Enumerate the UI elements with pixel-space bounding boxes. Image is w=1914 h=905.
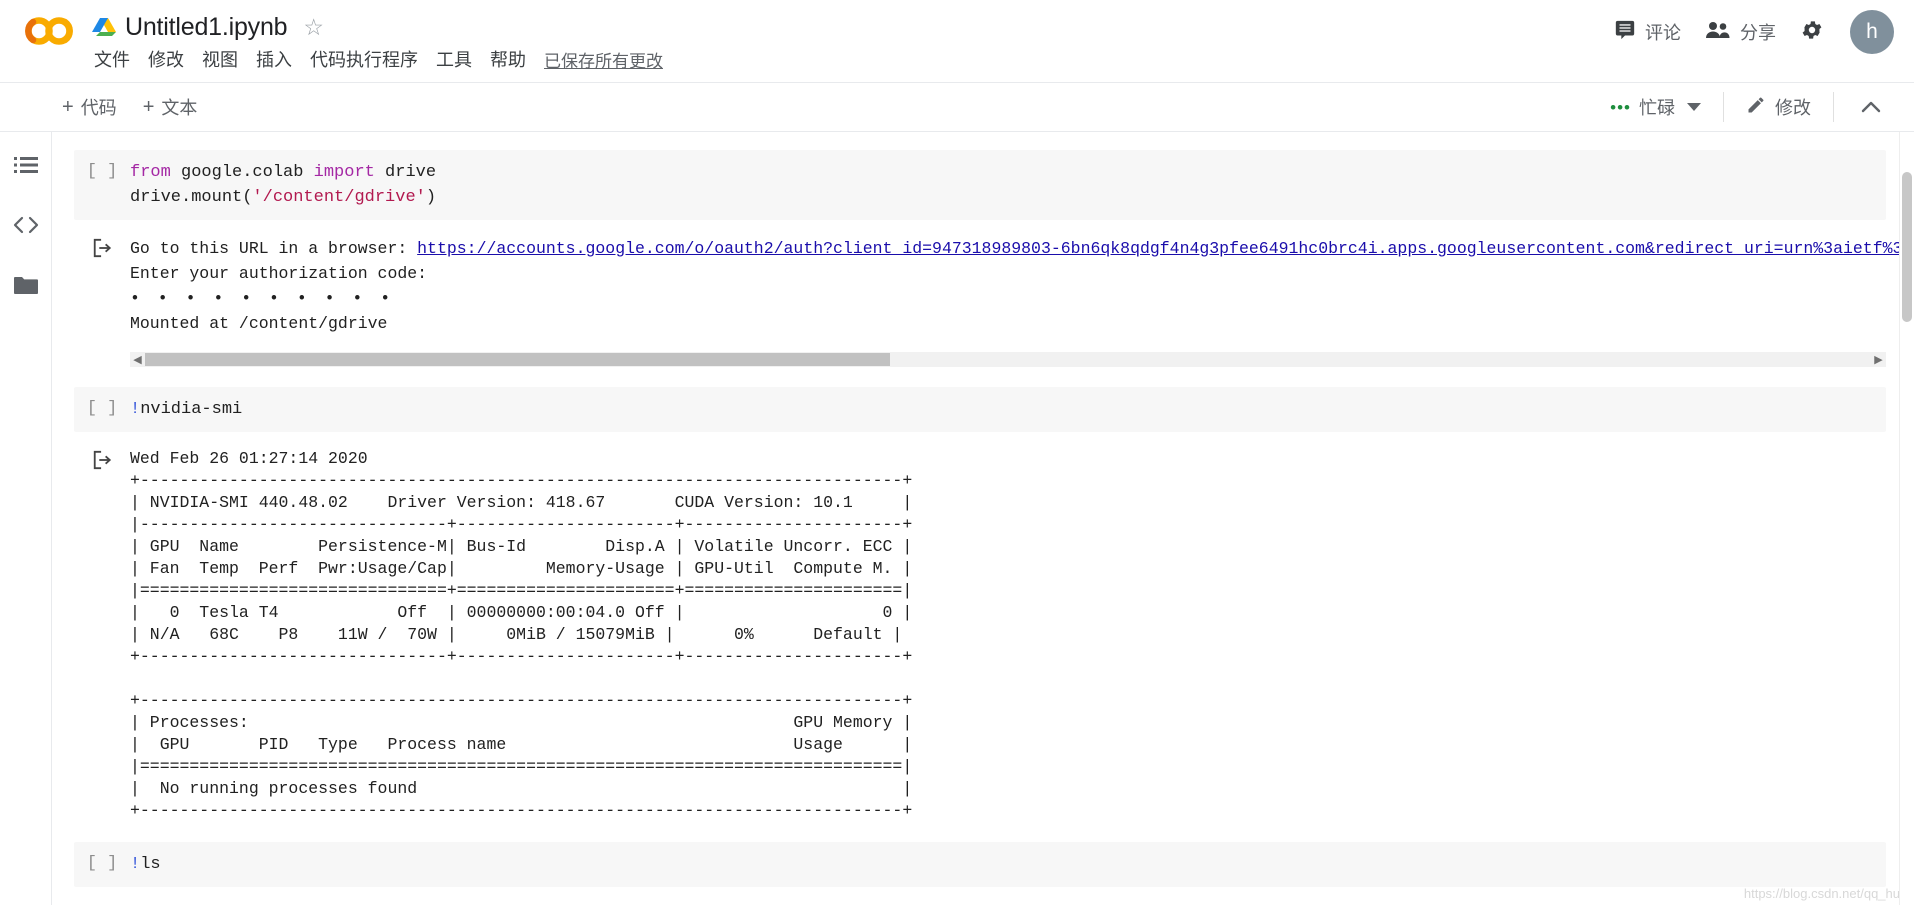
- output-arrow-icon: [74, 236, 130, 336]
- runtime-status-button[interactable]: ••• 忙碌: [1600, 90, 1711, 124]
- gear-icon: [1800, 18, 1824, 47]
- save-status[interactable]: 已保存所有更改: [544, 47, 663, 72]
- title-block: Untitled1.ipynb ☆ 文件 修改 视图 插入 代码执行程序 工具 …: [92, 10, 663, 72]
- code-cell-drive-mount[interactable]: [ ] from google.colab import drive drive…: [74, 150, 1886, 220]
- notebook-cell[interactable]: [ ] !ls: [74, 842, 1886, 887]
- code-cell-nvidia-smi[interactable]: [ ] !nvidia-smi: [74, 387, 1886, 432]
- scrollbar-thumb[interactable]: [145, 353, 890, 366]
- code-text: drive: [374, 163, 437, 182]
- auth-prompt-line: Enter your authorization code:: [130, 264, 428, 283]
- notebook-filename[interactable]: Untitled1.ipynb: [125, 13, 288, 42]
- scroll-right-arrow-icon[interactable]: ▶: [1871, 353, 1886, 366]
- people-icon: [1705, 20, 1731, 45]
- busy-dots-icon: •••: [1610, 97, 1631, 117]
- plus-icon: +: [62, 95, 74, 118]
- table-of-contents-icon[interactable]: [11, 150, 41, 180]
- add-text-cell-button[interactable]: + 文本: [143, 94, 198, 120]
- menu-help[interactable]: 帮助: [490, 46, 526, 72]
- title-row: Untitled1.ipynb ☆: [92, 10, 663, 44]
- shell-bang: !: [130, 400, 141, 419]
- notebook-output: Wed Feb 26 01:27:14 2020 +--------------…: [74, 432, 1886, 828]
- output-nvidia-smi: Wed Feb 26 01:27:14 2020 +--------------…: [74, 432, 1886, 828]
- chevron-down-icon[interactable]: [1687, 103, 1701, 111]
- code-text: ): [425, 188, 437, 207]
- string-literal: '/content/gdrive': [252, 188, 426, 207]
- code-text: google.colab: [170, 163, 314, 182]
- code-text: drive.mount(: [130, 188, 253, 207]
- notebook-cell[interactable]: [ ] !nvidia-smi: [74, 387, 1886, 432]
- notebook-output: Go to this URL in a browser: https://acc…: [74, 220, 1914, 367]
- menu-runtime[interactable]: 代码执行程序: [310, 46, 418, 72]
- code-content[interactable]: !nvidia-smi: [130, 397, 242, 422]
- code-content[interactable]: !ls: [130, 852, 161, 877]
- auth-code-masked: • • • • • • • • • •: [130, 289, 395, 308]
- notebook-toolbar: + 代码 + 文本 ••• 忙碌 修改: [0, 82, 1914, 132]
- menu-file[interactable]: 文件: [94, 46, 130, 72]
- star-icon[interactable]: ☆: [303, 15, 324, 39]
- comment-label: 评论: [1645, 23, 1681, 43]
- collapse-toolbar-button[interactable]: [1846, 92, 1896, 122]
- toolbar-divider: [1833, 92, 1834, 122]
- colab-logo[interactable]: [12, 14, 86, 48]
- output-drive-mount: Go to this URL in a browser: https://acc…: [74, 220, 1914, 342]
- plus-icon: +: [142, 95, 155, 118]
- keyword-import: import: [313, 163, 375, 182]
- add-code-cell-button[interactable]: + 代码: [62, 94, 117, 120]
- page-vertical-scrollbar[interactable]: [1899, 132, 1914, 905]
- menu-insert[interactable]: 插入: [256, 46, 292, 72]
- watermark: https://blog.csdn.net/qq_hu: [1743, 886, 1900, 901]
- nvidia-smi-output: Wed Feb 26 01:27:14 2020 +--------------…: [130, 449, 913, 820]
- add-text-label: 文本: [161, 98, 198, 118]
- left-sidebar: [0, 132, 52, 905]
- avatar[interactable]: h: [1850, 10, 1894, 54]
- run-button[interactable]: [ ]: [74, 160, 130, 210]
- notebook-cell[interactable]: [ ] from google.colab import drive drive…: [74, 150, 1886, 220]
- google-drive-icon: [92, 16, 116, 38]
- run-button[interactable]: [ ]: [74, 397, 130, 422]
- output-line-prefix: Go to this URL in a browser:: [130, 239, 418, 258]
- output-horizontal-scrollbar[interactable]: ◀ ▶: [130, 352, 1886, 367]
- code-snippets-icon[interactable]: [11, 210, 41, 240]
- busy-label: 忙碌: [1639, 98, 1675, 118]
- keyword-from: from: [130, 163, 171, 182]
- shell-bang: !: [130, 855, 141, 874]
- code-cell-ls[interactable]: [ ] !ls: [74, 842, 1886, 887]
- comment-button[interactable]: 评论: [1602, 13, 1693, 52]
- edit-label: 修改: [1775, 98, 1811, 118]
- edit-button[interactable]: 修改: [1736, 90, 1821, 124]
- main-body: [ ] from google.colab import drive drive…: [0, 132, 1914, 905]
- app-header: Untitled1.ipynb ☆ 文件 修改 视图 插入 代码执行程序 工具 …: [0, 0, 1914, 82]
- code-text: nvidia-smi: [140, 400, 243, 419]
- mounted-line: Mounted at /content/gdrive: [130, 314, 388, 333]
- settings-button[interactable]: [1788, 12, 1836, 53]
- menu-tools[interactable]: 工具: [436, 46, 472, 72]
- oauth-url-link[interactable]: https://accounts.google.com/o/oauth2/aut…: [417, 239, 1914, 258]
- menu-bar: 文件 修改 视图 插入 代码执行程序 工具 帮助 已保存所有更改: [94, 46, 663, 72]
- toolbar-divider: [1723, 92, 1724, 122]
- code-content[interactable]: from google.colab import drive drive.mou…: [130, 160, 436, 210]
- add-code-label: 代码: [80, 98, 117, 118]
- header-actions: 评论 分享 h: [1602, 10, 1894, 54]
- share-button[interactable]: 分享: [1693, 13, 1788, 51]
- menu-edit[interactable]: 修改: [148, 46, 184, 72]
- notebook-area: [ ] from google.colab import drive drive…: [52, 132, 1914, 905]
- run-button[interactable]: [ ]: [74, 852, 130, 877]
- scroll-left-arrow-icon[interactable]: ◀: [130, 353, 145, 366]
- comment-icon: [1614, 19, 1636, 46]
- scrollbar-thumb[interactable]: [1902, 172, 1912, 322]
- menu-view[interactable]: 视图: [202, 46, 238, 72]
- output-text: Go to this URL in a browser: https://acc…: [130, 236, 1914, 336]
- output-arrow-icon: [74, 448, 130, 822]
- share-label: 分享: [1740, 23, 1776, 43]
- code-text: ls: [140, 855, 161, 874]
- files-icon[interactable]: [11, 270, 41, 300]
- toolbar-right-actions: ••• 忙碌 修改: [1600, 83, 1896, 131]
- pencil-icon: [1746, 95, 1766, 120]
